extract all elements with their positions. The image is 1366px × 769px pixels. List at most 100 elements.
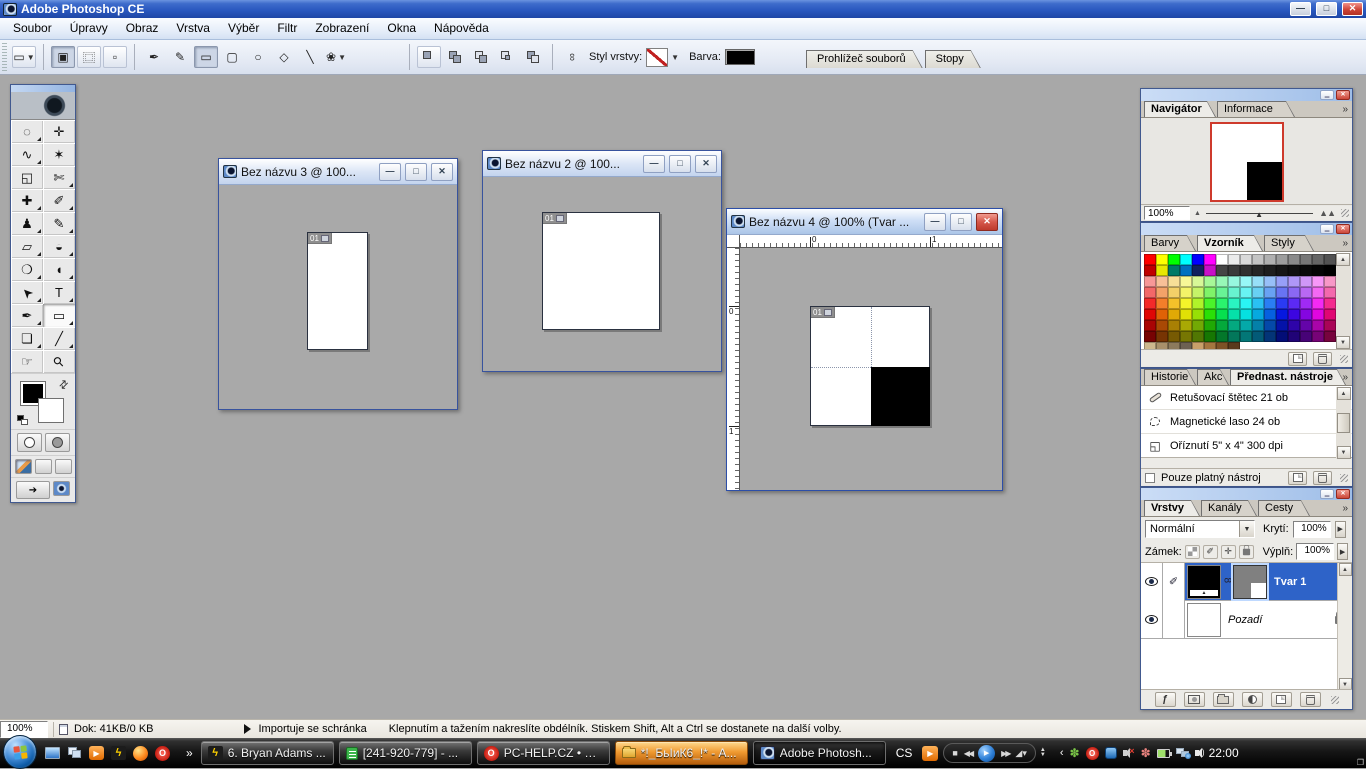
close-button[interactable]: ✕ bbox=[1342, 2, 1363, 16]
color-swatch[interactable] bbox=[1276, 331, 1288, 342]
color-swatch[interactable] bbox=[1288, 276, 1300, 287]
healing-brush-tool[interactable]: ✚ bbox=[11, 189, 43, 212]
document-content[interactable]: 01 bbox=[219, 185, 457, 409]
default-colors-icon[interactable] bbox=[17, 415, 29, 426]
color-swatch[interactable] bbox=[1192, 265, 1204, 276]
resize-grip[interactable] bbox=[1331, 696, 1339, 704]
color-swatch[interactable] bbox=[1264, 309, 1276, 320]
taskbar-button-opera[interactable]: OPC-HELP.CZ • O... bbox=[477, 741, 610, 765]
color-swatch[interactable] bbox=[1300, 320, 1312, 331]
standard-mode-button[interactable] bbox=[17, 433, 42, 452]
minimize-button[interactable]: ▁ bbox=[1320, 90, 1334, 100]
tab-akc[interactable]: Akc bbox=[1197, 369, 1229, 385]
color-swatch[interactable] bbox=[1144, 331, 1156, 342]
layer-style-swatch[interactable] bbox=[646, 48, 668, 67]
fullscreen-mode-button[interactable] bbox=[55, 459, 72, 474]
tab-navig-tor[interactable]: Navigátor bbox=[1144, 101, 1216, 117]
color-swatch[interactable] bbox=[1168, 254, 1180, 265]
color-swatch[interactable] bbox=[1168, 287, 1180, 298]
layer-mask-thumbnail[interactable] bbox=[1233, 565, 1267, 599]
freeform-pen-tool-button[interactable]: ✎ bbox=[168, 46, 192, 68]
layer-style-dropdown[interactable]: ▼ bbox=[671, 53, 679, 62]
fill-pixels-mode-button[interactable]: ▫ bbox=[103, 46, 127, 68]
pen-tool[interactable]: ✒ bbox=[11, 304, 43, 327]
messenger-icon[interactable] bbox=[1105, 747, 1117, 759]
tool-preset-picker[interactable]: ▭▼ bbox=[12, 46, 36, 68]
color-swatch[interactable] bbox=[1240, 309, 1252, 320]
color-swatch[interactable] bbox=[1324, 309, 1336, 320]
color-swatch[interactable] bbox=[1228, 254, 1240, 265]
color-swatch[interactable] bbox=[1144, 309, 1156, 320]
vertical-ruler[interactable]: 0 1 bbox=[727, 248, 740, 490]
media-player-icon[interactable]: ▶ bbox=[88, 745, 105, 761]
scroll-up-icon[interactable]: ▲ bbox=[1337, 387, 1351, 400]
color-swatch[interactable] bbox=[1204, 254, 1216, 265]
slice-tool[interactable]: ✄ bbox=[43, 166, 75, 189]
horizontal-ruler[interactable]: 0 1 bbox=[740, 235, 1002, 248]
close-button[interactable]: ✕ bbox=[976, 213, 998, 231]
layer-name[interactable]: Pozadí bbox=[1228, 614, 1335, 626]
taskbar-button-folder[interactable]: *!_БьІиК6_!* - A... bbox=[615, 741, 748, 765]
color-swatch[interactable] bbox=[1204, 309, 1216, 320]
color-swatch[interactable] bbox=[1228, 309, 1240, 320]
color-swatch[interactable] bbox=[1264, 276, 1276, 287]
navigator-zoom-slider[interactable]: ▲ bbox=[1204, 207, 1315, 219]
color-swatch[interactable] bbox=[1216, 309, 1228, 320]
color-swatch[interactable] bbox=[1252, 276, 1264, 287]
tool-preset-item[interactable]: Magnetické laso 24 ob bbox=[1141, 410, 1352, 434]
color-swatch[interactable] bbox=[1168, 276, 1180, 287]
menu-item-n-pov-da[interactable]: Nápověda bbox=[425, 18, 498, 39]
jump-to-imageready-button[interactable]: ➔ bbox=[16, 481, 50, 499]
network-icon[interactable] bbox=[1176, 748, 1189, 758]
color-swatch[interactable] bbox=[1228, 265, 1240, 276]
color-swatch[interactable] bbox=[1156, 309, 1168, 320]
color-swatch[interactable] bbox=[1300, 287, 1312, 298]
opera-icon[interactable]: O bbox=[154, 745, 171, 761]
color-swatch[interactable] bbox=[1180, 320, 1192, 331]
toolbar-spinner[interactable]: ▲▼ bbox=[1040, 748, 1046, 758]
taskbar-button-winamp[interactable]: ϟ6. Bryan Adams ... bbox=[201, 741, 334, 765]
polygon-shape-button[interactable]: ◇ bbox=[272, 46, 296, 68]
close-button[interactable]: ✕ bbox=[695, 155, 717, 173]
color-swatch[interactable] bbox=[1228, 320, 1240, 331]
document-titlebar[interactable]: Bez názvu 2 @ 100... — □ ✕ bbox=[483, 151, 721, 177]
color-swatch[interactable] bbox=[1324, 320, 1336, 331]
language-indicator[interactable]: CS bbox=[896, 746, 913, 760]
color-swatch[interactable] bbox=[1264, 298, 1276, 309]
swatches-scrollbar[interactable]: ▲ ▼ bbox=[1336, 253, 1351, 349]
winamp-icon[interactable]: ϟ bbox=[110, 745, 127, 761]
minimize-button[interactable]: — bbox=[379, 163, 401, 181]
color-swatch[interactable] bbox=[1240, 265, 1252, 276]
layer-style-button[interactable]: ƒ bbox=[1155, 692, 1176, 707]
status-arrow-icon[interactable] bbox=[244, 724, 251, 734]
menu-item-pravy[interactable]: Úpravy bbox=[61, 18, 117, 39]
color-swatch[interactable] bbox=[1192, 287, 1204, 298]
color-swatch[interactable] bbox=[1144, 320, 1156, 331]
color-swatch[interactable] bbox=[1192, 276, 1204, 287]
menu-item-obraz[interactable]: Obraz bbox=[117, 18, 168, 39]
window-switcher-icon[interactable] bbox=[66, 745, 83, 761]
pen-tool-button[interactable]: ✒ bbox=[142, 46, 166, 68]
layer-row-tvar1[interactable]: ✐ ▲ 8 Tvar 1 bbox=[1141, 563, 1352, 601]
taskbar-button-icq-message[interactable]: [241-920-779] - ... bbox=[339, 741, 472, 765]
color-swatch[interactable] bbox=[1252, 320, 1264, 331]
lock-paint-button[interactable]: ✐ bbox=[1203, 545, 1218, 559]
shape-layers-mode-button[interactable]: ▣ bbox=[51, 46, 75, 68]
color-swatch[interactable] bbox=[1156, 298, 1168, 309]
color-swatch[interactable] bbox=[1144, 254, 1156, 265]
color-swatch[interactable] bbox=[1312, 254, 1324, 265]
fill-spinner[interactable]: ▶ bbox=[1337, 543, 1348, 560]
combine-subtract-button[interactable] bbox=[469, 46, 493, 68]
eraser-tool[interactable]: ▱ bbox=[11, 235, 43, 258]
opera-tray-icon[interactable]: O bbox=[1086, 747, 1099, 760]
color-swatch[interactable] bbox=[1228, 287, 1240, 298]
tab-barvy[interactable]: Barvy bbox=[1144, 235, 1196, 251]
color-swatch[interactable] bbox=[1168, 331, 1180, 342]
color-swatch[interactable] bbox=[1264, 265, 1276, 276]
color-swatch[interactable] bbox=[1144, 265, 1156, 276]
previous-button[interactable]: ◀◀ bbox=[964, 749, 972, 758]
color-swatch[interactable] bbox=[1204, 331, 1216, 342]
color-swatch[interactable] bbox=[1204, 265, 1216, 276]
icq-away-icon[interactable]: ✽ bbox=[1141, 746, 1151, 760]
color-swatch[interactable] bbox=[1144, 276, 1156, 287]
